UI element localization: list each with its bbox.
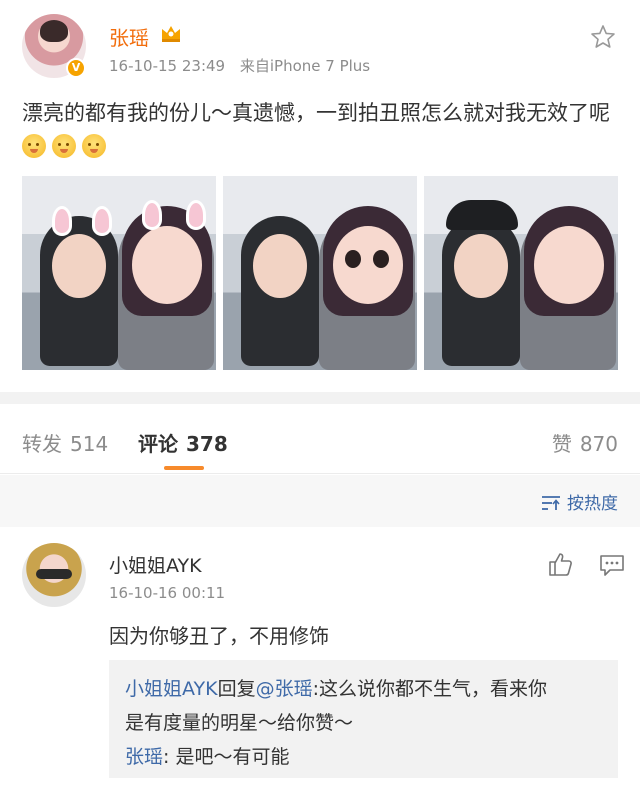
post-source: 来自iPhone 7 Plus [239, 57, 371, 75]
reply-second-text: : 是吧～有可能 [163, 746, 290, 768]
tab-comments-count: 378 [186, 432, 228, 456]
comment-item: 小姐姐AYK 16-10-16 00:11 因为你够丑了，不用修饰 小姐姐AYK… [0, 527, 640, 798]
commenter-avatar[interactable] [22, 543, 86, 607]
comment-text: 因为你够丑了，不用修饰 [109, 624, 329, 648]
post-timestamp: 16-10-15 23:49 [109, 57, 226, 75]
author-name[interactable]: 张瑶 [109, 22, 149, 51]
tab-reposts-count: 514 [70, 432, 109, 456]
tab-comments[interactable]: 评论 378 [138, 428, 228, 457]
post-photo[interactable] [22, 176, 216, 370]
reply-word: 回复 [217, 678, 256, 700]
mention-link[interactable]: @张瑶 [256, 678, 313, 700]
v-badge-icon: V [66, 58, 86, 78]
tab-likes[interactable]: 赞 870 [552, 428, 618, 457]
sort-label: 按热度 [567, 494, 618, 514]
shush-emoji-icon [52, 134, 76, 158]
post-photo[interactable] [223, 176, 417, 370]
tab-reposts-label: 转发 [22, 432, 62, 456]
post-photo[interactable] [424, 176, 618, 370]
post-text-content: 漂亮的都有我的份儿～真遗憾，一到拍丑照怎么就对我无效了呢 [22, 101, 610, 125]
reply-first-cont: 是有度量的明星～给你赞～ [125, 706, 602, 740]
reply-first: 小姐姐AYK回复@张瑶:这么说你都不生气，看来你 [125, 672, 602, 706]
weibo-post: V 张瑶 16-10-15 23:49 来自iPhone 7 Plus 漂亮的都… [0, 0, 640, 392]
reply-user-link[interactable]: 小姐姐AYK [125, 678, 218, 700]
crown-icon [162, 26, 180, 42]
post-text: 漂亮的都有我的份儿～真遗憾，一到拍丑照怎么就对我无效了呢 [22, 96, 622, 164]
active-tab-indicator [164, 466, 204, 470]
thumbs-up-icon[interactable] [547, 551, 573, 577]
reply-first-text-2: 是有度量的明星～给你赞～ [125, 712, 354, 734]
tab-comments-label: 评论 [138, 432, 178, 456]
sort-icon [542, 496, 560, 510]
shush-emoji-icon [22, 134, 46, 158]
interaction-tabs: 转发 514 评论 378 赞 870 [0, 404, 640, 474]
sort-bar: 按热度 [0, 475, 640, 527]
commenter-name[interactable]: 小姐姐AYK [109, 551, 202, 578]
sort-by-hot-button[interactable]: 按热度 [541, 489, 618, 514]
tab-likes-count: 870 [579, 432, 618, 456]
post-meta: 16-10-15 23:49 来自iPhone 7 Plus [109, 55, 370, 76]
shush-emoji-icon [82, 134, 106, 158]
reply-first-text-1: :这么说你都不生气，看来你 [312, 678, 548, 700]
reply-second: 张瑶: 是吧～有可能 [125, 740, 602, 774]
reply-author-link[interactable]: 张瑶 [125, 746, 163, 768]
comment-icon[interactable] [599, 553, 625, 577]
reply-thread[interactable]: 小姐姐AYK回复@张瑶:这么说你都不生气，看来你 是有度量的明星～给你赞～ 张瑶… [109, 660, 618, 778]
tab-likes-label: 赞 [551, 432, 572, 456]
comment-time: 16-10-16 00:11 [109, 584, 226, 602]
section-divider [0, 392, 640, 404]
star-icon[interactable] [590, 24, 616, 50]
photo-grid [22, 176, 618, 370]
tab-reposts[interactable]: 转发 514 [22, 428, 108, 457]
